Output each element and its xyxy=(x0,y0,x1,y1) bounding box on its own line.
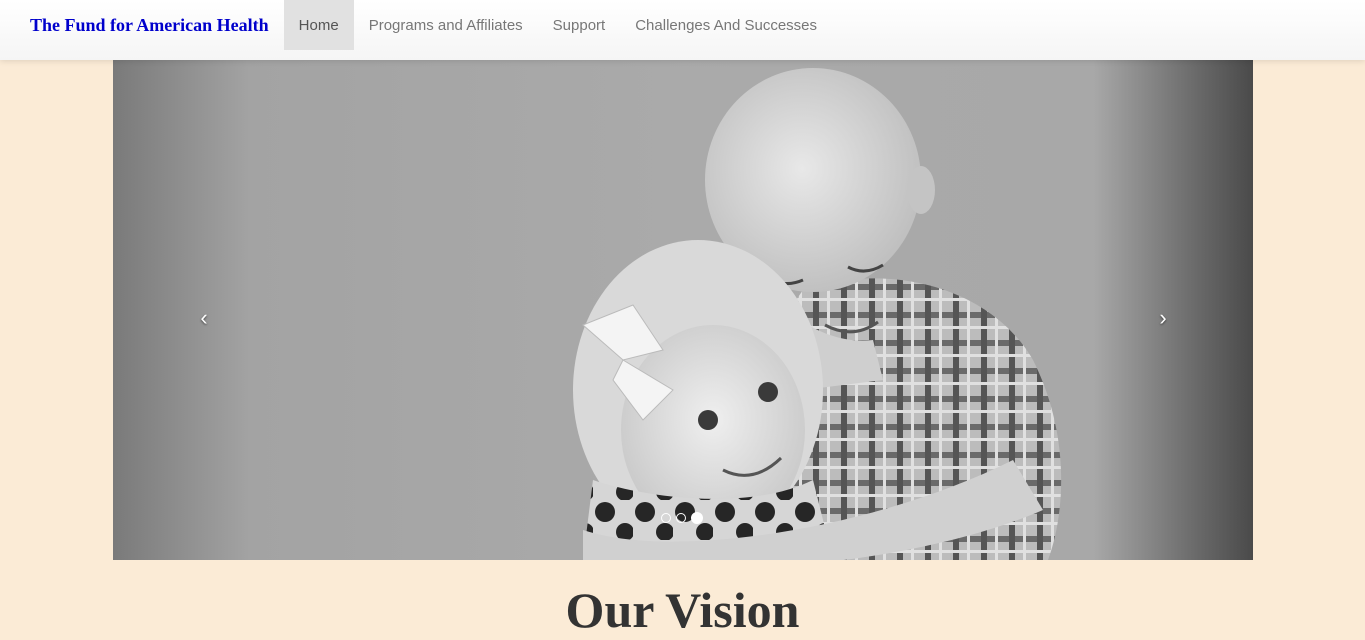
nav-item-programs-and-affiliates[interactable]: Programs and Affiliates xyxy=(354,0,538,50)
nav-menu: Home Programs and Affiliates Support Cha… xyxy=(283,0,832,60)
nav-item-challenges-and-successes[interactable]: Challenges And Successes xyxy=(620,0,832,50)
slide-photo xyxy=(113,60,1253,560)
chevron-right-icon: › xyxy=(1159,305,1167,330)
nav-item-support[interactable]: Support xyxy=(538,0,621,50)
carousel-next-button[interactable]: › xyxy=(1143,300,1183,340)
chevron-left-icon: ‹ xyxy=(200,305,208,330)
carousel-prev-button[interactable]: ‹ xyxy=(184,300,224,340)
carousel-indicator-3[interactable] xyxy=(691,512,703,524)
hero-carousel: ‹ › xyxy=(113,60,1253,560)
brand-link[interactable]: The Fund for American Health xyxy=(0,0,284,60)
carousel-indicator-1[interactable] xyxy=(661,513,671,523)
carousel-indicator-2[interactable] xyxy=(676,513,686,523)
section-heading: Our Vision xyxy=(565,582,800,638)
top-navbar: The Fund for American Health Home Progra… xyxy=(0,0,1365,60)
nav-item-home[interactable]: Home xyxy=(283,0,354,50)
carousel-indicators xyxy=(661,512,703,524)
